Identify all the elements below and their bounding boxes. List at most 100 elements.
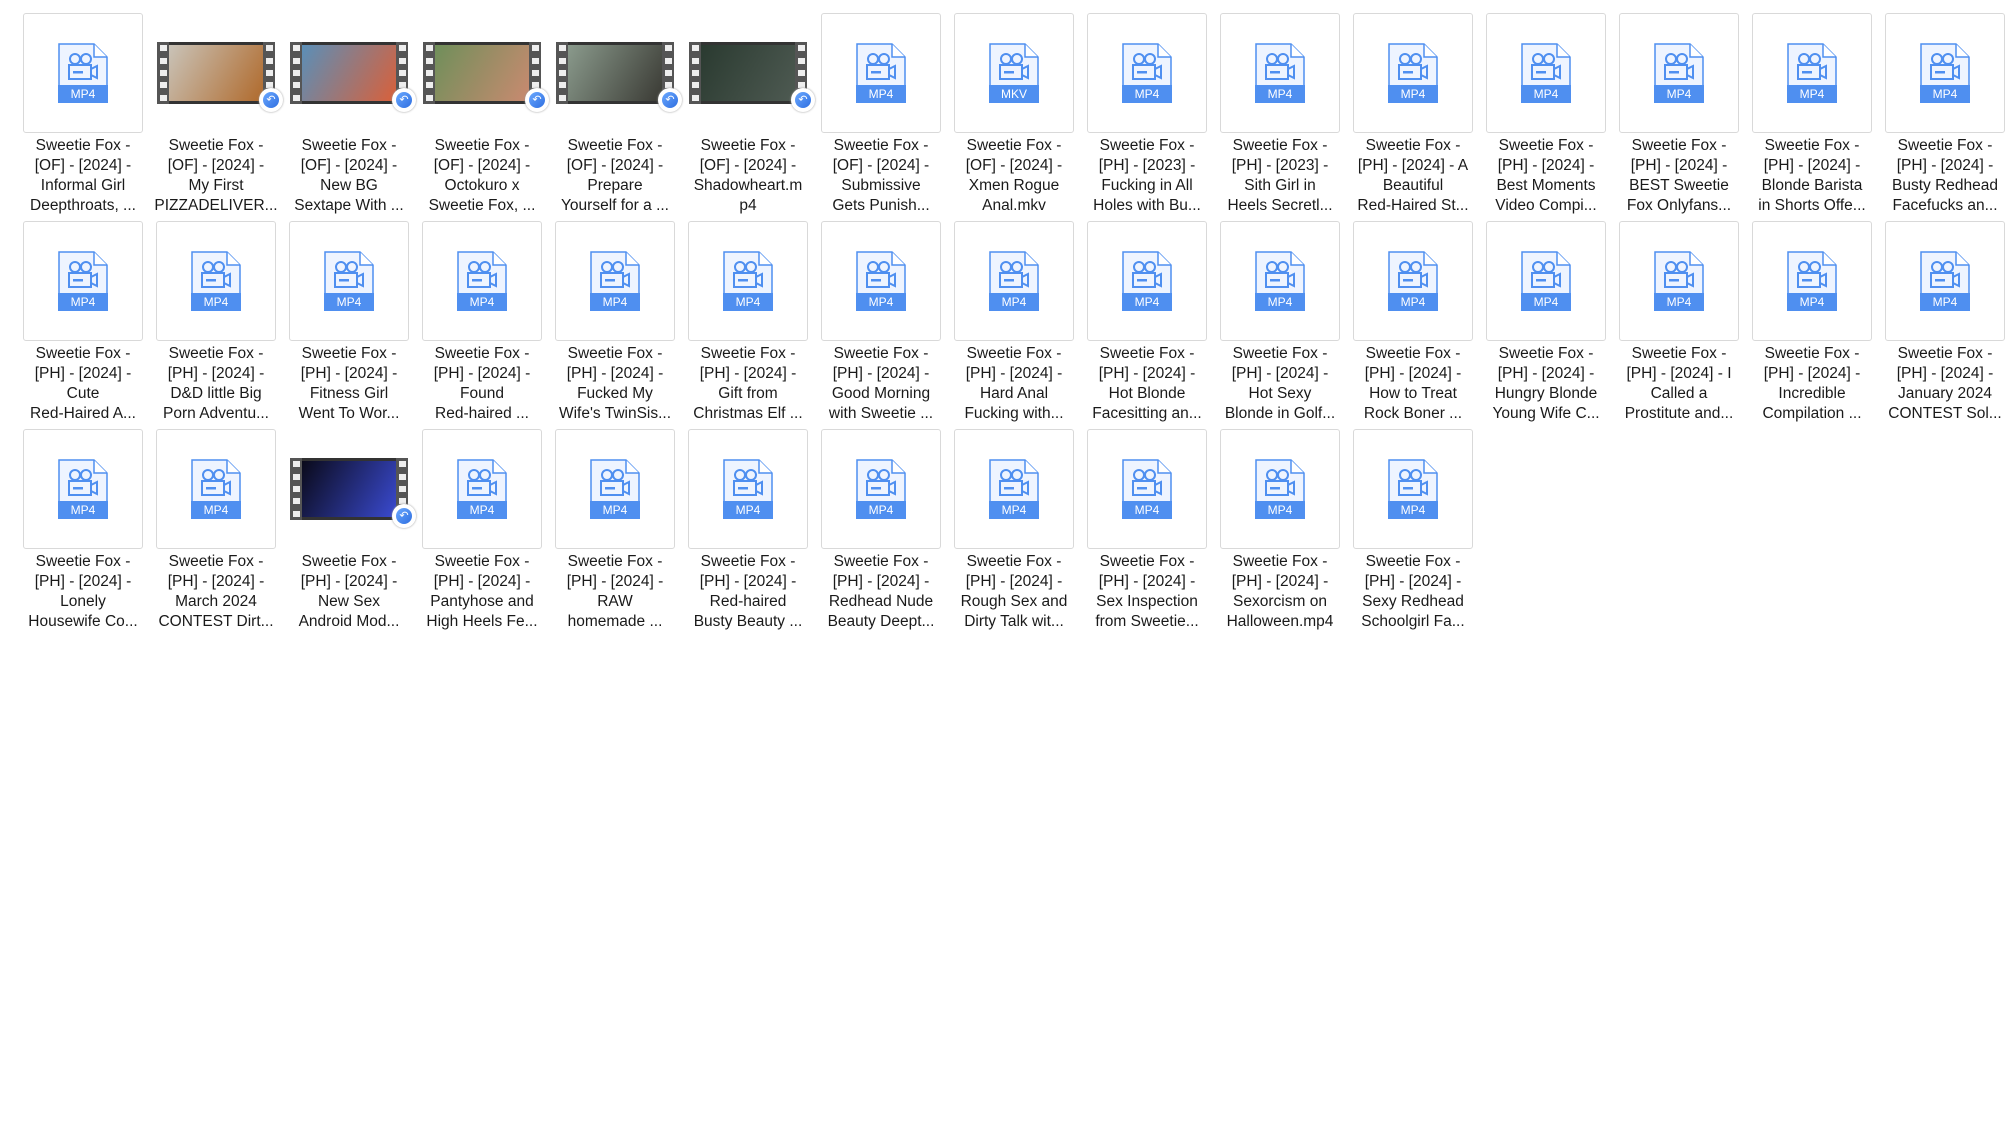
- thumbnail-box: ↶: [156, 13, 283, 133]
- file-extension-label: MP4: [1666, 295, 1692, 309]
- video-file-icon: MP4: [1920, 43, 1970, 103]
- file-name-line: Sweetie Fox -: [966, 137, 1062, 154]
- film-strip-icon: [689, 42, 701, 104]
- file-item[interactable]: MP4 Sweetie Fox - [PH] - [2024] - March 20…: [156, 429, 282, 637]
- file-item[interactable]: MP4 Sweetie Fox - [PH] - [2024] - A Beauti…: [1353, 13, 1479, 221]
- file-item[interactable]: MP4 Sweetie Fox - [PH] - [2024] - How to T…: [1353, 221, 1479, 429]
- file-name: Sweetie Fox - [PH] - [2024] - I Called a Pr…: [1614, 344, 1744, 424]
- video-file-icon: MP4: [58, 43, 108, 103]
- icon-box: MKV: [954, 13, 1074, 133]
- file-name-line: Sweetie Fox -: [966, 345, 1062, 362]
- file-name-line: January 2024: [1898, 385, 1992, 402]
- file-item[interactable]: MP4 Sweetie Fox - [PH] - [2024] - Hard Ana…: [954, 221, 1080, 429]
- video-file-icon: MP4: [1920, 251, 1970, 311]
- file-item[interactable]: MP4 Sweetie Fox - [PH] - [2024] - Busty Re…: [1885, 13, 2011, 221]
- file-name-line: [PH] - [2024] -: [167, 573, 265, 590]
- shortcut-arrow-icon: ↶: [392, 504, 416, 528]
- file-name: Sweetie Fox - [PH] - [2024] - Fucked My Wif…: [550, 344, 680, 424]
- file-name-line: Beauty Deept...: [827, 613, 935, 630]
- film-strip-icon: [157, 42, 169, 104]
- file-name-line: Sweetie Fox, ...: [428, 197, 536, 214]
- file-extension-label: MP4: [1400, 87, 1426, 101]
- thumbnail-box: ↶: [422, 13, 549, 133]
- file-item[interactable]: MP4 Sweetie Fox - [OF] - [2024] - Submissi…: [821, 13, 947, 221]
- video-file-icon: MKV: [989, 43, 1039, 103]
- file-name-line: Wife's TwinSis...: [558, 405, 672, 422]
- file-item[interactable]: MP4 Sweetie Fox - [PH] - [2024] - Incredib…: [1752, 221, 1878, 429]
- file-name-line: Schoolgirl Fa...: [1361, 613, 1465, 630]
- file-name-line: Anal.mkv: [982, 197, 1046, 214]
- file-name-line: Sweetie Fox -: [1365, 137, 1461, 154]
- file-name-line: [OF] - [2024] -: [167, 157, 265, 174]
- file-name-line: Sex Inspection: [1096, 593, 1198, 610]
- file-item[interactable]: ↶ Sweetie Fox - [OF] - [2024] - New BG Sext…: [289, 13, 416, 221]
- file-item[interactable]: MP4 Sweetie Fox - [OF] - [2024] - Informal…: [23, 13, 149, 221]
- file-item[interactable]: MP4 Sweetie Fox - [PH] - [2024] - Best Mom…: [1486, 13, 1612, 221]
- video-file-icon: MP4: [457, 251, 507, 311]
- file-name: Sweetie Fox - [PH] - [2024] - Sexy Redhead…: [1348, 552, 1478, 632]
- file-name-line: Lonely: [60, 593, 106, 610]
- file-name-line: [PH] - [2024] -: [1364, 365, 1462, 382]
- file-item[interactable]: MP4 Sweetie Fox - [PH] - [2024] - Found Red…: [422, 221, 548, 429]
- file-extension-label: MP4: [1134, 295, 1160, 309]
- file-name: Sweetie Fox - [PH] - [2024] - January 2024…: [1880, 344, 2010, 424]
- file-name-line: Sweetie Fox -: [567, 345, 663, 362]
- file-name-line: Red-Haired A...: [30, 405, 136, 422]
- file-name-line: Sweetie Fox -: [1365, 553, 1461, 570]
- file-item[interactable]: MP4 Sweetie Fox - [PH] - [2024] - Hot Blon…: [1087, 221, 1213, 429]
- file-item[interactable]: MP4 Sweetie Fox - [PH] - [2024] - Sexorcis…: [1220, 429, 1346, 637]
- file-item[interactable]: MP4 Sweetie Fox - [PH] - [2024] - Blonde B…: [1752, 13, 1878, 221]
- icon-box: MP4: [555, 429, 675, 549]
- file-item[interactable]: MP4 Sweetie Fox - [PH] - [2024] - Fitness …: [289, 221, 415, 429]
- file-extension-label: MP4: [868, 87, 894, 101]
- file-item[interactable]: MP4 Sweetie Fox - [PH] - [2024] - Fucked M…: [555, 221, 681, 429]
- file-item[interactable]: MP4 Sweetie Fox - [PH] - [2024] - Lonely Ho…: [23, 429, 149, 637]
- file-name-line: RAW: [597, 593, 633, 610]
- file-item[interactable]: MP4 Sweetie Fox - [PH] - [2023] - Fucking …: [1087, 13, 1213, 221]
- file-item[interactable]: MP4 Sweetie Fox - [PH] - [2024] - D&D litt…: [156, 221, 282, 429]
- file-item[interactable]: MP4 Sweetie Fox - [PH] - [2024] - Cute Red-…: [23, 221, 149, 429]
- icon-box: MP4: [1486, 221, 1606, 341]
- file-extension-label: MP4: [70, 503, 96, 517]
- file-item[interactable]: MP4 Sweetie Fox - [PH] - [2024] - I Called…: [1619, 221, 1745, 429]
- video-file-icon: MP4: [1521, 43, 1571, 103]
- file-item[interactable]: MP4 Sweetie Fox - [PH] - [2024] - Hungry B…: [1486, 221, 1612, 429]
- file-name-line: Sweetie Fox -: [35, 137, 131, 154]
- file-name: Sweetie Fox - [PH] - [2024] - Redhead Nude…: [816, 552, 946, 632]
- file-name-line: [OF] - [2024] -: [965, 157, 1063, 174]
- file-item[interactable]: MP4 Sweetie Fox - [PH] - [2024] - Good Mor…: [821, 221, 947, 429]
- file-item[interactable]: ↶ Sweetie Fox - [OF] - [2024] - Octokuro x…: [422, 13, 549, 221]
- file-item[interactable]: ↶ Sweetie Fox - [OF] - [2024] - Shadowhear…: [688, 13, 815, 221]
- file-item[interactable]: ↶ Sweetie Fox - [OF] - [2024] - Prepare You…: [555, 13, 682, 221]
- file-item[interactable]: MP4 Sweetie Fox - [PH] - [2024] - RAW homem…: [555, 429, 681, 637]
- file-item[interactable]: MP4 Sweetie Fox - [PH] - [2024] - Rough Se…: [954, 429, 1080, 637]
- file-name-line: [PH] - [2024] -: [566, 573, 664, 590]
- file-name-line: Octokuro x: [444, 177, 520, 194]
- file-item[interactable]: ↶ Sweetie Fox - [OF] - [2024] - My First PI…: [154, 13, 283, 221]
- file-item[interactable]: MP4 Sweetie Fox - [PH] - [2024] - Redhead …: [821, 429, 947, 637]
- file-name-line: Sextape With ...: [294, 197, 404, 214]
- file-extension-label: MP4: [735, 503, 761, 517]
- file-item[interactable]: MP4 Sweetie Fox - [PH] - [2024] - January …: [1885, 221, 2011, 429]
- file-item[interactable]: MP4 Sweetie Fox - [PH] - [2023] - Sith Gir…: [1220, 13, 1346, 221]
- video-thumbnail: ↶: [556, 42, 682, 112]
- file-name-line: [PH] - [2024] -: [566, 365, 664, 382]
- file-name-line: Sweetie Fox -: [301, 137, 397, 154]
- file-item[interactable]: MP4 Sweetie Fox - [PH] - [2024] - BEST Swe…: [1619, 13, 1745, 221]
- video-file-icon: MP4: [989, 459, 1039, 519]
- file-extension-label: MP4: [1267, 295, 1293, 309]
- file-item[interactable]: MP4 Sweetie Fox - [PH] - [2024] - Sex Insp…: [1087, 429, 1213, 637]
- file-item[interactable]: ↶ Sweetie Fox - [PH] - [2024] - New Sex And…: [289, 429, 416, 637]
- file-extension-label: MP4: [868, 295, 894, 309]
- file-extension-label: MP4: [336, 295, 362, 309]
- file-item[interactable]: MP4 Sweetie Fox - [PH] - [2024] - Sexy Red…: [1353, 429, 1479, 637]
- file-item[interactable]: MP4 Sweetie Fox - [PH] - [2024] - Hot Sexy…: [1220, 221, 1346, 429]
- file-name: Sweetie Fox - [PH] - [2024] - Sexorcism on…: [1215, 552, 1345, 632]
- file-name-line: [PH] - [2024] -: [300, 365, 398, 382]
- file-name-line: Red-haired ...: [435, 405, 529, 422]
- file-item[interactable]: MP4 Sweetie Fox - [PH] - [2024] - Pantyhos…: [422, 429, 548, 637]
- file-extension-label: MP4: [1932, 87, 1958, 101]
- file-item[interactable]: MP4 Sweetie Fox - [PH] - [2024] - Gift fro…: [688, 221, 814, 429]
- file-item[interactable]: MKV Sweetie Fox - [OF] - [2024] - Xmen Rog…: [954, 13, 1080, 221]
- file-item[interactable]: MP4 Sweetie Fox - [PH] - [2024] - Red-hair…: [688, 429, 814, 637]
